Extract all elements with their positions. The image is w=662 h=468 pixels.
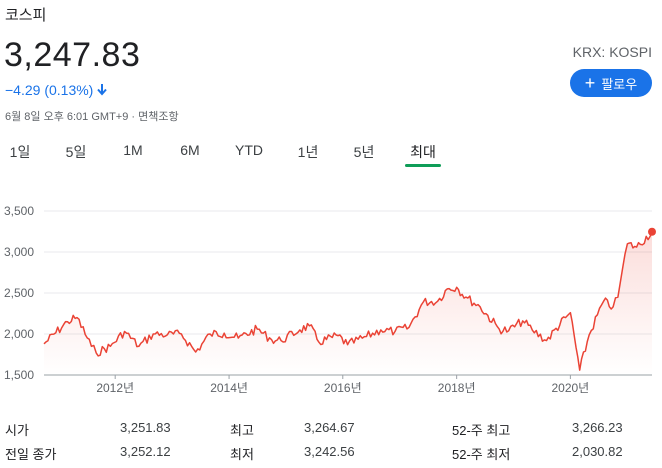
range-tabs: 1일 5일 1M 6M YTD 1년 5년 최대 (0, 142, 662, 168)
tab-1d[interactable]: 1일 (9, 142, 31, 162)
wk52-high-label: 52-주 최고 (452, 423, 511, 438)
x-tick-label: 2020년 (551, 381, 589, 395)
open-value: 3,251.83 (120, 420, 171, 435)
y-tick-label: 1,500 (4, 368, 34, 382)
current-price-dot (648, 227, 656, 236)
x-tick-label: 2018년 (438, 381, 476, 395)
tab-5y[interactable]: 5년 (352, 142, 376, 162)
price-chart[interactable]: 3,500 3,000 2,500 2,000 1,500 2012년 2014년 2016… (0, 195, 662, 405)
follow-label: 팔로우 (601, 76, 638, 92)
low-value: 3,242.56 (304, 444, 355, 459)
tab-max[interactable]: 최대 (406, 142, 440, 162)
timestamp-disclaimer: 6월 8일 오후 6:01 GMT+9 · 면책조항 (5, 111, 179, 123)
x-tick-label: 2012년 (96, 381, 134, 395)
price-area-fill (44, 231, 652, 375)
tab-ytd[interactable]: YTD (232, 142, 266, 158)
prev-close-label: 전일 종가 (5, 447, 57, 462)
x-tick-label: 2016년 (324, 381, 362, 395)
price-change-text: −4.29 (0.13%) (5, 82, 94, 98)
open-label: 시가 (5, 423, 29, 438)
exchange-ticker: KRX: KOSPI (572, 44, 652, 60)
wk52-low-value: 2,030.82 (572, 444, 623, 459)
prev-close-value: 3,252.12 (120, 444, 171, 459)
plus-icon: + (584, 73, 596, 93)
current-price: 3,247.83 (4, 36, 141, 74)
y-tick-label: 2,500 (4, 286, 34, 300)
tab-1m[interactable]: 1M (121, 142, 145, 158)
index-title: 코스피 (5, 7, 47, 24)
tab-5d[interactable]: 5일 (63, 142, 89, 162)
active-tab-indicator (405, 164, 441, 167)
wk52-high-value: 3,266.23 (572, 420, 623, 435)
y-tick-label: 3,000 (4, 245, 34, 259)
arrow-down-icon (97, 84, 108, 96)
follow-button[interactable]: + 팔로우 (570, 69, 652, 97)
x-tick-label: 2014년 (210, 381, 248, 395)
tab-6m[interactable]: 6M (178, 142, 202, 158)
stats-row-2: 전일 종가 3,252.12 최저 3,242.56 52-주 최저 2,030… (0, 444, 662, 464)
tab-1y[interactable]: 1년 (296, 142, 320, 162)
y-tick-label: 2,000 (4, 327, 34, 341)
wk52-low-label: 52-주 최저 (452, 447, 511, 462)
price-change: −4.29 (0.13%) (5, 82, 108, 98)
low-label: 최저 (230, 447, 254, 462)
stats-row-1: 시가 3,251.83 최고 3,264.67 52-주 최고 3,266.23 (0, 420, 662, 440)
y-tick-label: 3,500 (4, 204, 34, 218)
high-value: 3,264.67 (304, 420, 355, 435)
high-label: 최고 (230, 423, 254, 438)
